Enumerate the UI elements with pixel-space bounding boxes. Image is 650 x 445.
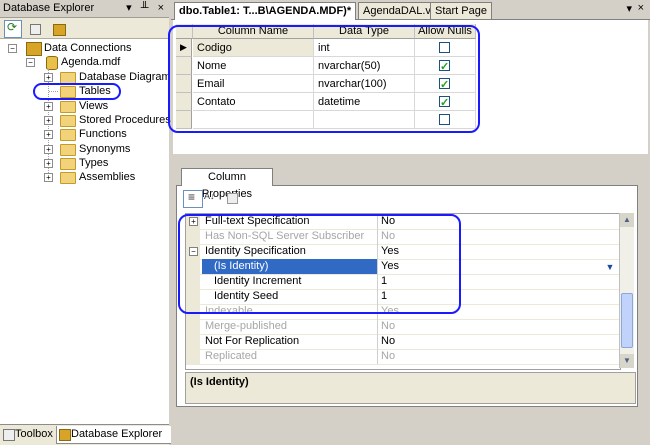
highlight-annotation-tables [33,83,121,100]
panel-title: Database Explorer [3,2,95,14]
row-gutter [186,349,200,364]
scroll-down-icon[interactable]: ▼ [620,354,634,368]
folder-icon [60,144,76,156]
scroll-up-icon[interactable]: ▲ [620,213,634,227]
folder-icon [60,129,76,141]
highlight-annotation-columns [168,25,480,133]
dropdown-arrow-icon[interactable]: ▼ [604,260,616,272]
folder-icon [60,172,76,184]
folder-icon [60,101,76,113]
tree-label: Views [79,100,109,112]
tree-label: Database Diagrams [79,71,177,83]
tab-start-page[interactable]: Start Page [430,2,492,19]
property-description-title: (Is Identity) [190,376,249,388]
expand-icon[interactable]: + [44,173,53,182]
database-explorer-panel: Database Explorer ▾ ╨ × − Data Connectio… [0,0,176,445]
expand-icon[interactable]: + [44,159,53,168]
alphabetical-sort-icon[interactable] [203,190,221,206]
tab-column-properties[interactable]: Column Properties [181,168,273,200]
expand-icon[interactable]: + [44,73,53,82]
tab-label: Toolbox [15,428,53,440]
tab-label: Database Explorer [71,428,163,440]
connect-to-database-icon[interactable] [50,20,68,38]
folder-icon [60,158,76,170]
tree-label: Types [79,157,109,169]
tree-label: Agenda.mdf [61,56,121,68]
tab-table-designer[interactable]: dbo.Table1: T...B\AGENDA.MDF)* [174,2,357,20]
collapse-icon[interactable]: − [26,58,35,67]
refresh-icon[interactable] [4,20,22,38]
property-row-replicated[interactable]: Replicated No [186,349,620,365]
highlight-annotation-identity [178,214,461,314]
stop-refresh-icon[interactable] [26,20,44,38]
tree-label: Synonyms [79,143,131,155]
collapse-icon[interactable]: − [8,44,17,53]
close-icon[interactable]: × [638,2,644,14]
panel-title-bar: Database Explorer ▾ ╨ × [0,0,169,18]
database-icon [46,56,58,70]
property-row-merge-published[interactable]: Merge-published No [186,319,620,335]
tree-label: Data Connections [44,42,132,54]
property-row-not-for-replication[interactable]: Not For Replication No [186,334,620,350]
panel-window-buttons[interactable]: ▾ ╨ × [126,1,167,14]
expand-icon[interactable]: + [44,116,53,125]
row-gutter [186,334,200,349]
expand-icon[interactable]: + [44,102,53,111]
tab-database-explorer[interactable]: Database Explorer [56,426,174,444]
folder-icon [60,115,76,127]
tree-label: Assemblies [79,171,136,183]
data-connections-icon [26,42,42,56]
expand-icon[interactable]: + [44,145,53,154]
property-value: No [381,350,396,362]
property-value[interactable]: No [378,334,620,349]
tree-label: Stored Procedures [79,114,171,126]
scrollbar-thumb[interactable] [621,293,633,348]
property-name: Merge-published [202,319,378,334]
row-gutter [186,319,200,334]
property-value: No [381,320,396,332]
property-description-pane: (Is Identity) [185,372,636,404]
panel-bottom-tabs: Toolbox Database Explorer [0,424,174,445]
categorized-icon[interactable] [183,190,203,208]
property-grid-scrollbar[interactable]: ▲ ▼ [619,213,634,368]
explorer-toolbar [0,18,169,39]
database-explorer-icon [59,429,71,441]
tab-list-dropdown-icon[interactable]: ▾ [626,2,632,15]
property-name: Not For Replication [202,334,378,349]
property-pages-icon[interactable] [223,190,241,206]
document-tab-strip: dbo.Table1: T...B\AGENDA.MDF)* AgendaDAL… [171,0,650,20]
toolbox-icon [3,429,15,441]
property-toolbar [183,190,623,208]
tree-label: Functions [79,128,127,140]
property-name: Replicated [202,349,378,364]
expand-icon[interactable]: + [44,130,53,139]
